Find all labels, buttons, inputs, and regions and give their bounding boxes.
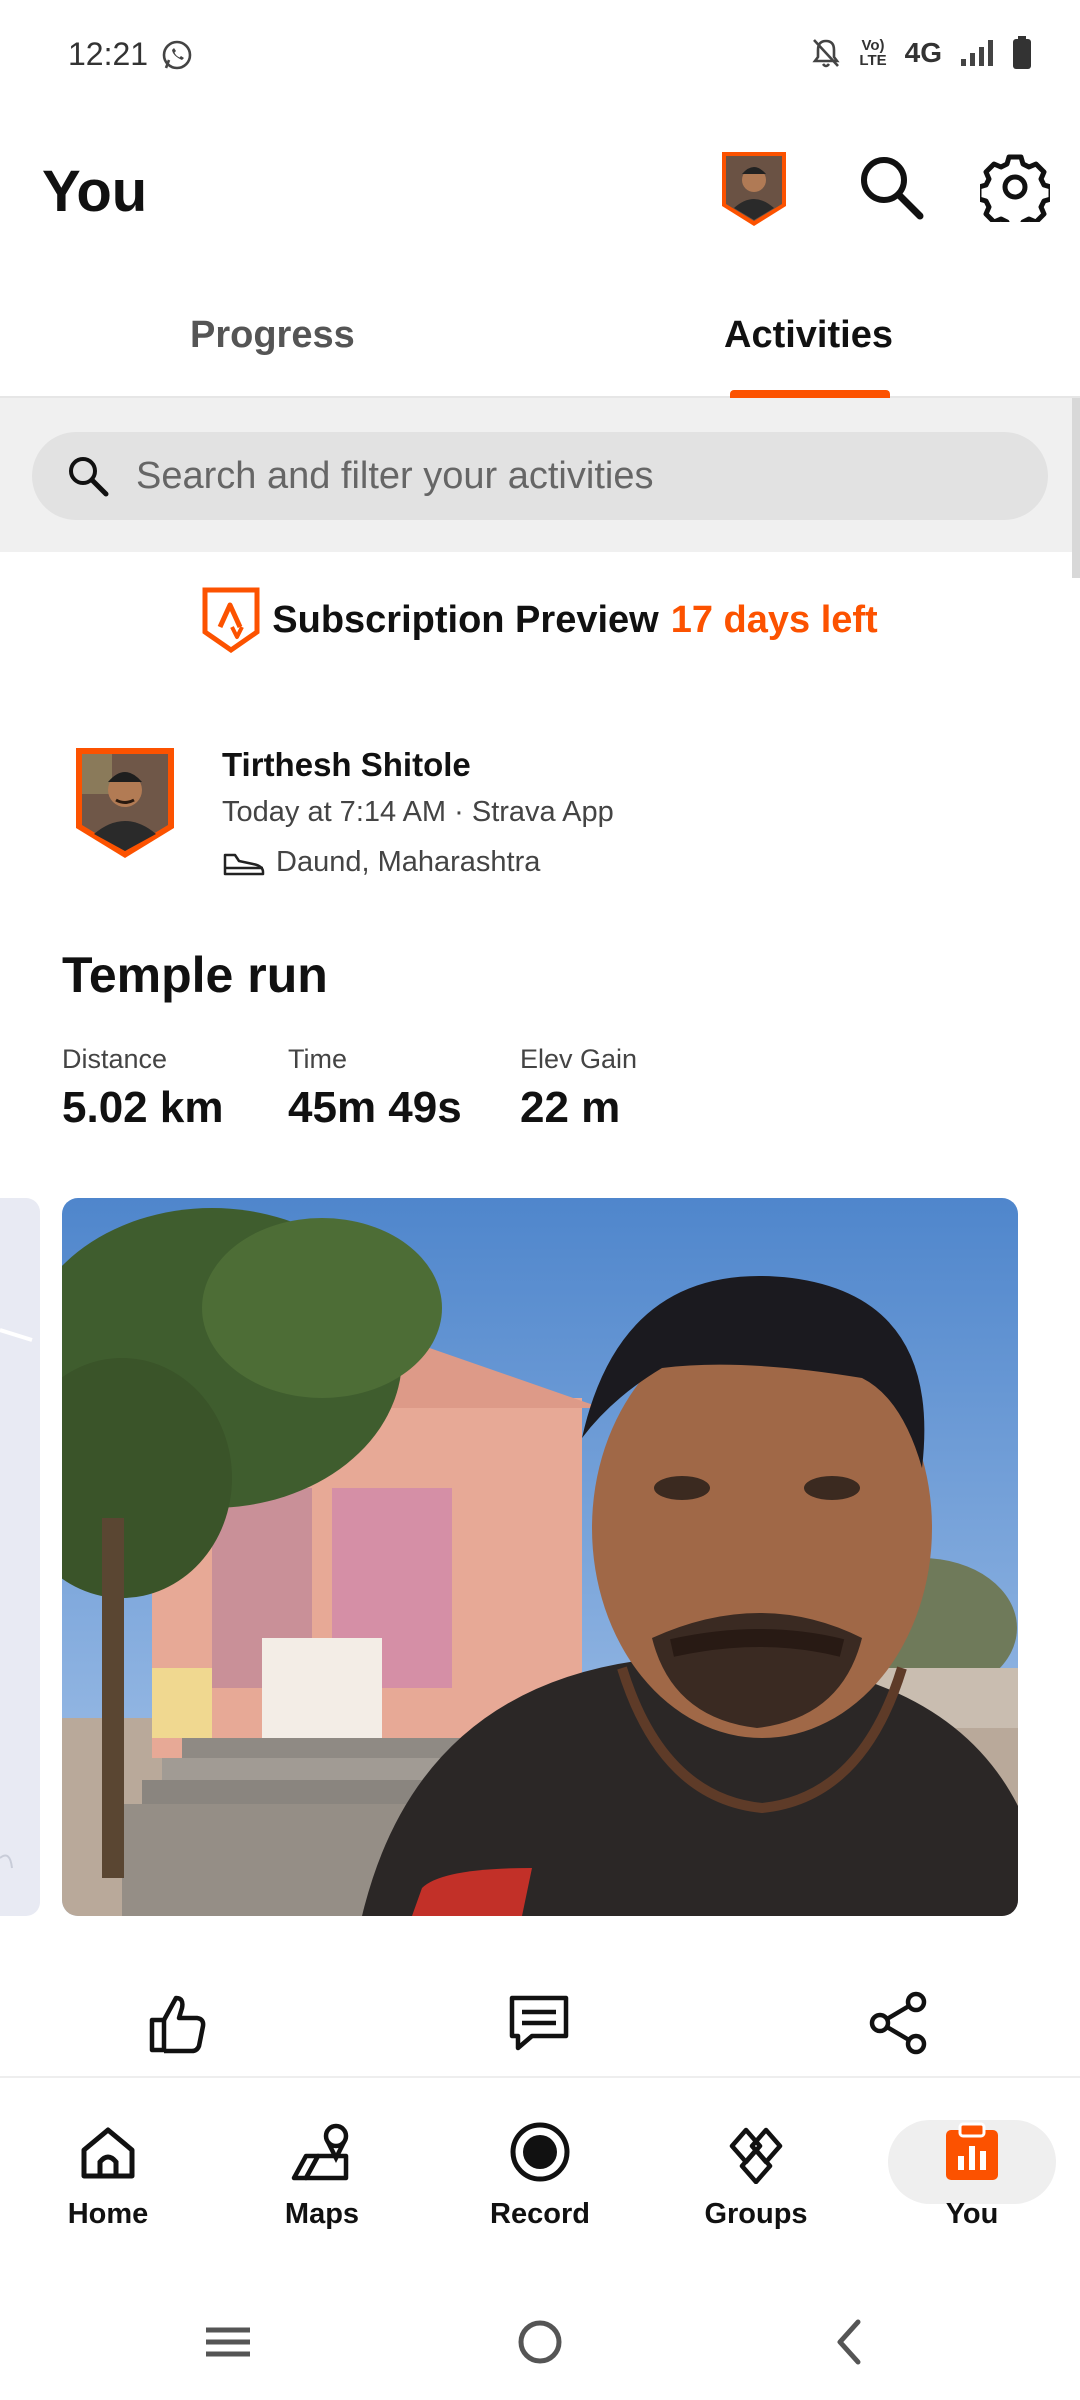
nav-record[interactable]: Record [450,2120,630,2240]
stat-label: Time [288,1044,347,1074]
nav-maps[interactable]: Maps [232,2120,412,2240]
settings-gear-icon[interactable] [980,152,1050,222]
activity-actions [0,1980,1080,2070]
activity-location: Daund, Maharashtra [276,846,541,878]
stat-value: 5.02 km [62,1083,224,1132]
search-icon[interactable] [856,152,926,222]
share-icon[interactable] [866,1990,932,2056]
signal-icon [961,40,993,66]
scrollbar[interactable] [1072,398,1080,578]
stat-label: Distance [62,1044,168,1074]
record-icon [510,2122,570,2182]
subscription-days-left: 17 days left [670,598,878,641]
activity-photo[interactable] [62,1198,1018,1916]
stat-label: Elev Gain [520,1044,638,1074]
kudos-thumbs-up-icon[interactable] [146,1990,212,2056]
page-title: You [42,159,148,224]
header: You [0,130,1080,260]
nav-home[interactable]: Home [18,2120,198,2240]
nav-groups[interactable]: Groups [666,2120,846,2240]
stat-elev-gain: Elev Gain 22 m [520,1044,637,1133]
stat-value: 45m 49s [288,1083,462,1132]
you-icon [946,2122,998,2180]
system-navigation-bar [0,2290,1080,2400]
volte-indicator: Vo) LTE [859,38,886,68]
shoe-icon [223,853,265,875]
search-input[interactable] [136,432,1016,520]
search-icon [69,457,109,497]
stat-value: 22 m [520,1083,621,1132]
stat-distance: Distance 5.02 km [62,1044,223,1133]
volte-line2: LTE [859,52,887,69]
strava-badge-icon [202,587,260,653]
nav-label: Groups [704,2198,808,2230]
search-box[interactable] [32,432,1048,520]
back-icon[interactable] [820,2312,880,2372]
comment-icon[interactable] [506,1990,572,2056]
nav-label: Maps [284,2198,360,2230]
tab-activities[interactable]: Activities [724,314,893,357]
home-icon [81,2127,135,2179]
nav-label: Record [490,2198,590,2230]
tab-bar: Progress Activities [0,290,1080,398]
stat-time: Time 45m 49s [288,1044,462,1133]
nav-label: You [945,2198,999,2230]
nav-label: Home [67,2198,149,2230]
profile-avatar[interactable] [718,148,790,228]
subscription-text: Subscription Preview [272,598,659,641]
network-type: 4G [904,37,942,68]
maps-icon [291,2123,349,2181]
status-time: 12:21 [68,36,149,72]
athlete-name[interactable]: Tirthesh Shitole [222,746,471,784]
status-bar: 12:21 Vo) LTE 4G [0,0,1080,110]
status-icons: Vo) LTE 4G [811,36,1032,70]
recent-apps-icon[interactable] [198,2312,258,2372]
mute-bell-icon [812,39,841,68]
nav-you[interactable]: You [882,2120,1062,2240]
home-button-icon[interactable] [510,2312,570,2372]
volte-line1: Vo) [861,37,885,54]
groups-icon [729,2127,783,2184]
search-area [0,398,1080,552]
battery-icon [1013,36,1031,69]
athlete-avatar[interactable] [72,744,178,862]
tab-progress[interactable]: Progress [190,314,355,357]
subscription-banner[interactable]: Subscription Preview 17 days left [0,580,1080,660]
activity-title[interactable]: Temple run [62,946,328,1004]
whatsapp-icon [162,40,192,70]
route-map-preview[interactable] [0,1198,40,1916]
activity-location-row: Daund, Maharashtra [222,846,540,879]
activity-meta: Today at 7:14 AM · Strava App [222,796,614,828]
active-tab-indicator [730,390,890,398]
